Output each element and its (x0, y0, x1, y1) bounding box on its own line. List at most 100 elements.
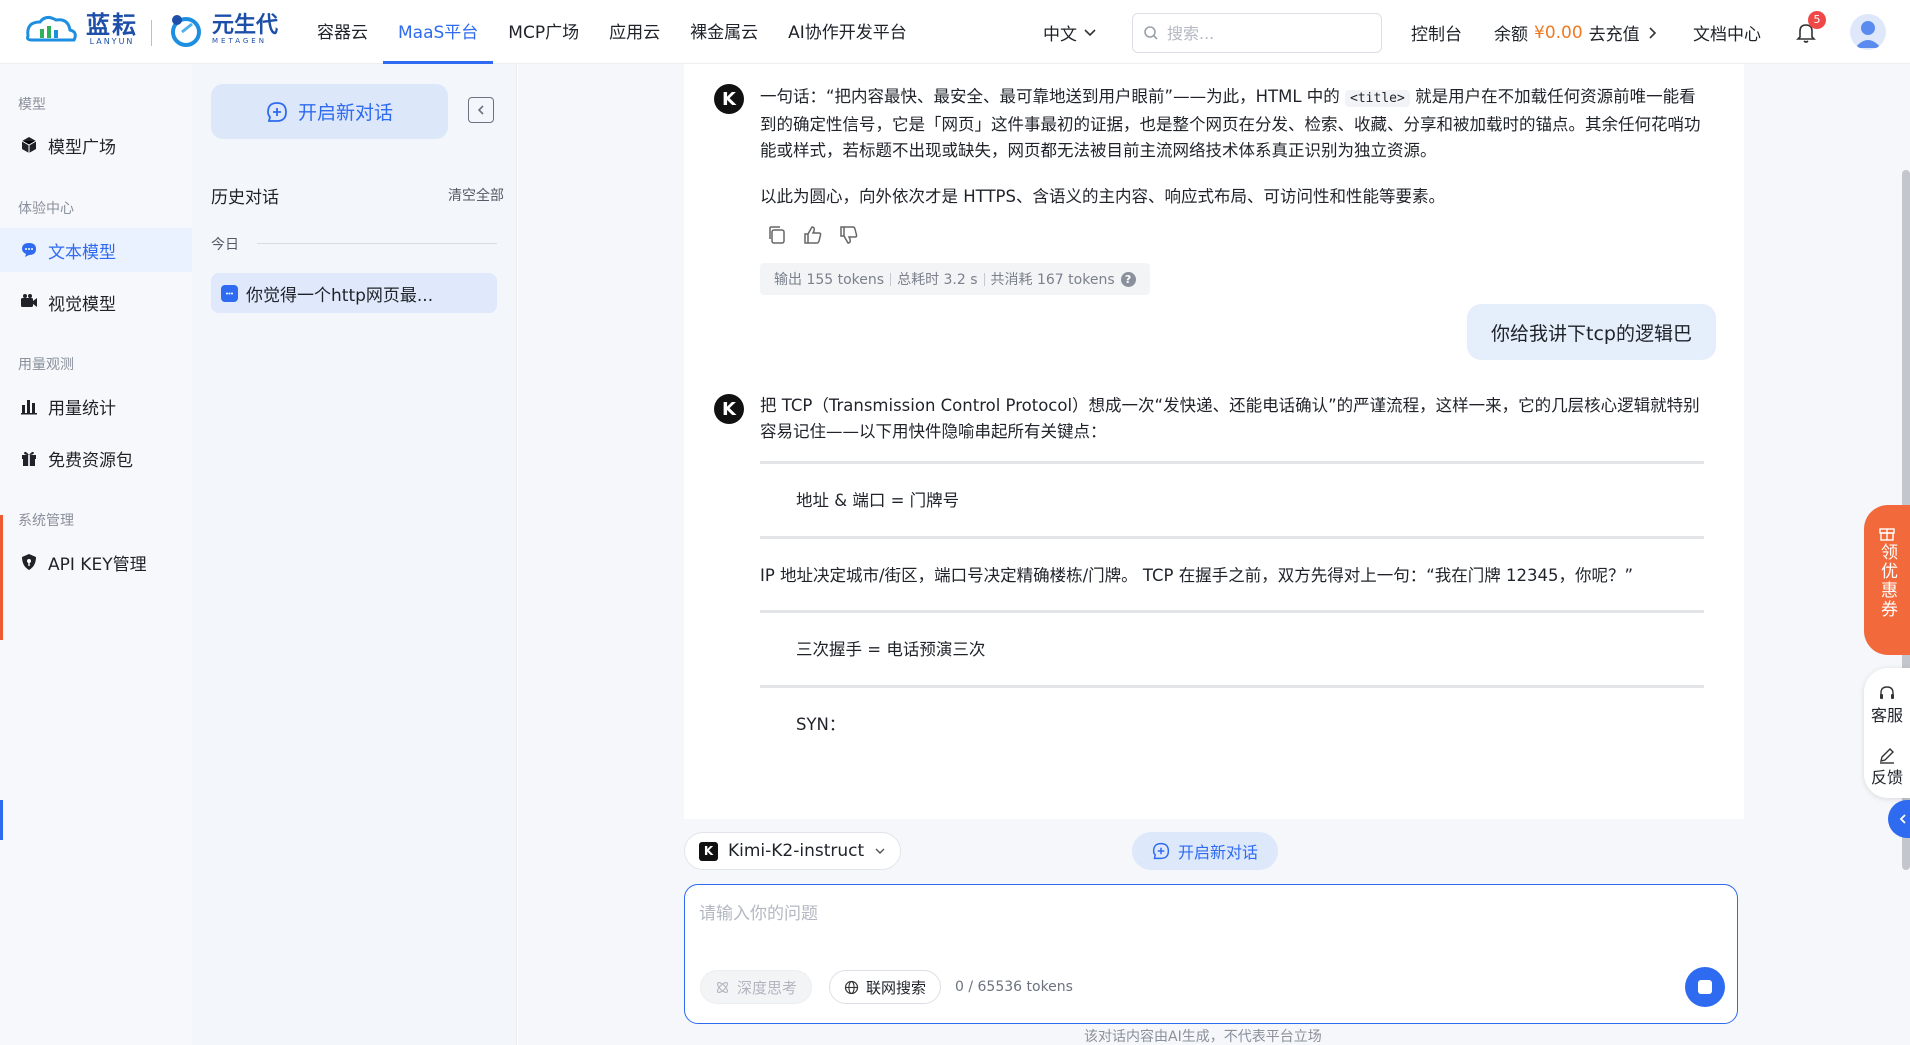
divider-line (760, 536, 1704, 539)
console-link[interactable]: 控制台 (1411, 20, 1462, 45)
answer2-paragraph-1: IP 地址决定城市/街区，端口号决定精确楼栋/门牌。 TCP 在握手之前，双方先… (760, 566, 1634, 585)
divider-line (760, 685, 1704, 688)
lanyun-logo[interactable]: 蓝耘 LANYUN (22, 12, 138, 46)
chat-plus-icon (267, 101, 287, 122)
recharge-link[interactable]: 去充值 (1589, 20, 1640, 45)
ai-disclaimer: 该对话内容由AI生成，不代表平台立场 (1084, 1029, 1322, 1045)
search-icon (1144, 26, 1158, 40)
tokens-divider (983, 272, 985, 286)
sidebar-item-text-model[interactable]: 文本模型 (0, 228, 192, 272)
user-message: 你给我讲下tcp的逻辑巴 (1467, 304, 1716, 360)
metagen-logo[interactable]: 元生代 METAGEN (166, 10, 278, 50)
feedback-button[interactable]: 反馈 (1864, 746, 1910, 788)
gift-icon (1879, 528, 1895, 541)
kimi-avatar-icon: K (714, 84, 744, 114)
tokens-time: 总耗时 3.2 s (897, 272, 978, 288)
language-select[interactable]: 中文 (1043, 20, 1097, 45)
chat-messages: K 一句话：“把内容最快、最安全、最可靠地送到用户眼前”——为此，HTML 中的… (684, 64, 1744, 819)
history-group-today: 今日 (211, 237, 239, 253)
camera-icon (21, 294, 37, 307)
chat-bubble-icon (221, 284, 238, 302)
nav-app-cloud[interactable]: 应用云 (594, 0, 675, 64)
search-input[interactable] (1167, 23, 1357, 43)
stop-button[interactable] (1685, 967, 1725, 1007)
copy-icon[interactable] (766, 224, 788, 246)
web-search-toggle[interactable]: 联网搜索 (829, 970, 942, 1004)
token-counter: 0 / 65536 tokens (955, 979, 1073, 995)
thumbs-up-icon[interactable] (802, 224, 824, 246)
answer2-heading-3: SYN： (796, 715, 846, 734)
notification-badge: 5 (1808, 11, 1826, 29)
user-avatar[interactable] (1850, 14, 1886, 50)
support-panel: 客服 反馈 (1864, 668, 1910, 798)
chevron-right-icon (1649, 26, 1656, 39)
history-item[interactable]: 你觉得一个http网页最... (211, 273, 497, 313)
history-divider (257, 243, 497, 244)
sidebar-item-label: 免费资源包 (48, 450, 133, 471)
clear-all-button[interactable]: 清空全部 (448, 185, 504, 205)
edit-icon (1880, 748, 1894, 764)
deep-think-toggle[interactable]: 深度思考 (700, 970, 813, 1004)
new-chat-button[interactable]: 开启新对话 (211, 84, 448, 139)
sidebar-group-usage: 用量观测 (18, 357, 74, 373)
tokens-output: 输出 155 tokens (774, 272, 885, 288)
nav-container-cloud[interactable]: 容器云 (302, 0, 383, 64)
gift-icon (22, 451, 36, 466)
nav-maas-platform[interactable]: MaaS平台 (383, 0, 494, 64)
collapse-left-icon (477, 105, 484, 115)
chevron-left-icon (1899, 814, 1906, 824)
message-input[interactable] (699, 899, 1719, 959)
kimi-logo-icon: K (699, 841, 718, 861)
top-nav: 蓝耘 LANYUN 元生代 METAGEN 容器云 MaaS平台 MCP广场 应… (0, 0, 1910, 64)
token-stats: 输出 155 tokens 总耗时 3.2 s 共消耗 167 tokens ? (760, 263, 1150, 295)
logo1-name: 蓝耘 (86, 10, 138, 39)
main-nav: 容器云 MaaS平台 MCP广场 应用云 裸金属云 AI协作开发平台 (302, 0, 922, 64)
logo1-sub: LANYUN (89, 36, 135, 46)
sidebar-item-usage-stats[interactable]: 用量统计 (0, 384, 192, 428)
collapse-panel-button[interactable] (468, 97, 494, 123)
feedback-label: 反馈 (1870, 768, 1903, 787)
divider-line (760, 461, 1704, 464)
nav-ai-dev-platform[interactable]: AI协作开发平台 (773, 0, 922, 64)
thumbs-down-icon[interactable] (838, 224, 860, 246)
customer-service-button[interactable]: 客服 (1864, 684, 1910, 726)
history-item-title: 你觉得一个http网页最... (246, 285, 434, 306)
sidebar-item-free-package[interactable]: 免费资源包 (0, 436, 192, 480)
nav-bare-metal-cloud[interactable]: 裸金属云 (675, 0, 773, 64)
tokens-divider (890, 272, 892, 286)
coupon-button[interactable]: 领优惠券 (1864, 505, 1910, 655)
search-box (1132, 13, 1382, 53)
sidebar-group-experience: 体验中心 (18, 201, 74, 217)
assistant-message-1: 一句话：“把内容最快、最安全、最可靠地送到用户眼前”——为此，HTML 中的 <… (760, 84, 1704, 164)
atom-icon (716, 981, 729, 993)
assistant-message-2: 把 TCP（Transmission Control Protocol）想成一次… (760, 396, 1700, 441)
help-icon[interactable]: ? (1120, 271, 1136, 287)
message-composer: 深度思考 联网搜索 0 / 65536 tokens (684, 884, 1738, 1024)
answer1-text-a: 一句话：“把内容最快、最安全、最可靠地送到用户眼前”——为此，HTML 中的 (760, 87, 1340, 106)
language-label: 中文 (1043, 25, 1077, 45)
user-icon (1855, 21, 1881, 48)
sidebar-item-model-square[interactable]: 模型广场 (0, 123, 192, 167)
chevron-down-icon (875, 848, 885, 854)
sidebar-item-api-key[interactable]: API KEY管理 (0, 540, 192, 584)
sidebar-item-vision-model[interactable]: 视觉模型 (0, 280, 192, 324)
cube-icon (21, 137, 37, 153)
headset-icon (1880, 686, 1894, 699)
divider-line (760, 610, 1704, 613)
coupon-label: 领优惠券 (1877, 543, 1897, 619)
chat-main: K 一句话：“把内容最快、最安全、最可靠地送到用户眼前”——为此，HTML 中的… (518, 64, 1910, 1045)
balance-area[interactable]: 余额 ¥0.00 去充值 (1494, 20, 1658, 45)
sidebar-group-model: 模型 (18, 97, 46, 113)
logo2-name: 元生代 (212, 13, 279, 38)
sidebar-item-label: 文本模型 (48, 242, 116, 263)
sidebar-item-label: 视觉模型 (48, 294, 116, 315)
lanyun-logo-mark-icon (26, 15, 77, 42)
sidebar-item-label: API KEY管理 (48, 554, 147, 575)
balance-amount: ¥0.00 (1534, 22, 1583, 43)
model-selector[interactable]: K Kimi-K2-instruct (684, 832, 902, 870)
new-chat-button-composer[interactable]: 开启新对话 (1132, 832, 1279, 870)
docs-link[interactable]: 文档中心 (1693, 20, 1761, 45)
logo2-sub: METAGEN (212, 37, 267, 45)
nav-mcp-square[interactable]: MCP广场 (493, 0, 594, 64)
tokens-total: 共消耗 167 tokens (990, 272, 1115, 288)
